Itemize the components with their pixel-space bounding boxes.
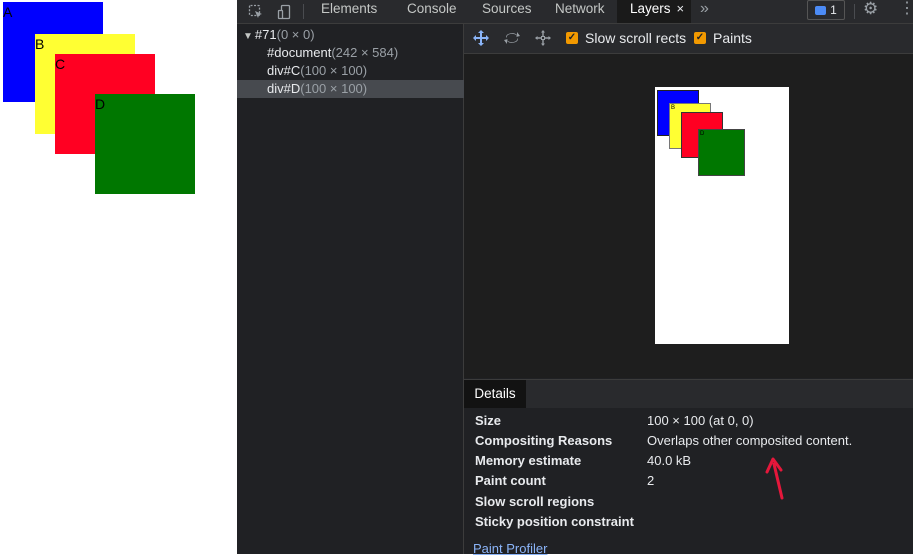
message-icon [815, 5, 827, 15]
tab-sources-label: Sources [482, 1, 532, 16]
detail-key-memory-estimate: Memory estimate [475, 453, 582, 468]
tab-console-label: Console [407, 1, 457, 16]
rotate-mode-icon[interactable] [502, 28, 522, 48]
layer-tree: ▼ #71(0 × 0) #document(242 × 584) div#C(1… [237, 24, 493, 554]
issues-counter-button[interactable]: 1 [807, 0, 845, 20]
layer-name: div#C [267, 63, 301, 78]
close-icon[interactable]: × [677, 1, 685, 16]
paints-label[interactable]: Paints [713, 30, 752, 46]
page-preview: A B C D [0, 0, 237, 554]
slow-scroll-rects-checkbox[interactable]: ✓ [566, 32, 578, 44]
tab-elements[interactable]: Elements [315, 0, 383, 23]
gear-icon[interactable]: ⚙ [863, 0, 878, 17]
details-tabbar: Details [464, 379, 913, 409]
tree-row-document[interactable]: #document(242 × 584) [237, 44, 493, 62]
detail-key-sticky-position-constraint: Sticky position constraint [475, 514, 634, 529]
detail-value-size: 100 × 100 (at 0, 0) [647, 413, 754, 428]
layers-3d-viewport[interactable]: B D [464, 54, 913, 378]
layer-dims: (0 × 0) [276, 27, 315, 42]
tree-row-div-d[interactable]: div#D(100 × 100) [237, 80, 493, 98]
devtools-panel: Elements Console Sources Network Layers ×… [237, 0, 913, 556]
more-tabs-icon[interactable]: » [700, 0, 709, 17]
viewport-layer-d-label: D [700, 131, 705, 137]
tree-row-root[interactable]: ▼ #71(0 × 0) [237, 26, 469, 44]
detail-value-paint-count: 2 [647, 473, 655, 488]
detail-key-paint-count: Paint count [475, 473, 546, 488]
issues-count: 1 [830, 3, 837, 17]
tab-console[interactable]: Console [401, 0, 463, 23]
tree-row-div-c[interactable]: div#C(100 × 100) [237, 62, 493, 80]
layer-dims: (242 × 584) [331, 45, 399, 60]
tab-details[interactable]: Details [464, 380, 526, 408]
reset-transform-icon[interactable] [533, 28, 553, 48]
layer-dims: (100 × 100) [300, 63, 368, 78]
toolbar-divider [303, 4, 304, 19]
inspect-element-icon[interactable] [245, 0, 267, 23]
tab-layers[interactable]: Layers × [617, 0, 692, 23]
square-c-label: C [55, 56, 66, 72]
layer-name: div#D [267, 81, 301, 96]
layers-toolbar: ✓ Slow scroll rects ✓ Paints [464, 24, 913, 54]
more-options-icon[interactable]: ⋮ [899, 0, 913, 17]
tab-network[interactable]: Network [549, 0, 611, 23]
viewport-layer-d[interactable]: D [698, 129, 745, 176]
viewport-document-layer[interactable]: B D [655, 87, 789, 344]
layer-name: #71 [254, 27, 277, 42]
square-b-label: B [35, 36, 45, 52]
tab-elements-label: Elements [321, 1, 378, 16]
layer-dims: (100 × 100) [300, 81, 368, 96]
tab-network-label: Network [555, 1, 605, 16]
detail-value-compositing-reasons: Overlaps other composited content. [647, 433, 853, 448]
detail-key-size: Size [475, 413, 502, 428]
square-d: D [95, 94, 195, 194]
square-d-label: D [95, 96, 106, 112]
paints-checkbox[interactable]: ✓ [694, 32, 706, 44]
tab-sources[interactable]: Sources [476, 0, 538, 23]
detail-value-memory-estimate: 40.0 kB [647, 453, 692, 468]
annotation-arrow-icon [765, 457, 784, 500]
device-toolbar-icon[interactable] [274, 0, 296, 23]
layer-name: #document [267, 45, 332, 60]
slow-scroll-rects-label[interactable]: Slow scroll rects [585, 30, 686, 46]
tab-layers-label: Layers [630, 1, 671, 16]
devtools-tabbar: Elements Console Sources Network Layers ×… [237, 0, 913, 24]
detail-key-slow-scroll-regions: Slow scroll regions [475, 494, 595, 509]
viewport-layer-b-label: B [671, 105, 676, 111]
detail-key-compositing-reasons: Compositing Reasons [475, 433, 613, 448]
square-a-label: A [3, 4, 13, 20]
pan-mode-icon[interactable] [471, 28, 491, 48]
details-panel: Size 100 × 100 (at 0, 0) Compositing Rea… [464, 408, 913, 556]
toolbar-divider [854, 4, 855, 19]
